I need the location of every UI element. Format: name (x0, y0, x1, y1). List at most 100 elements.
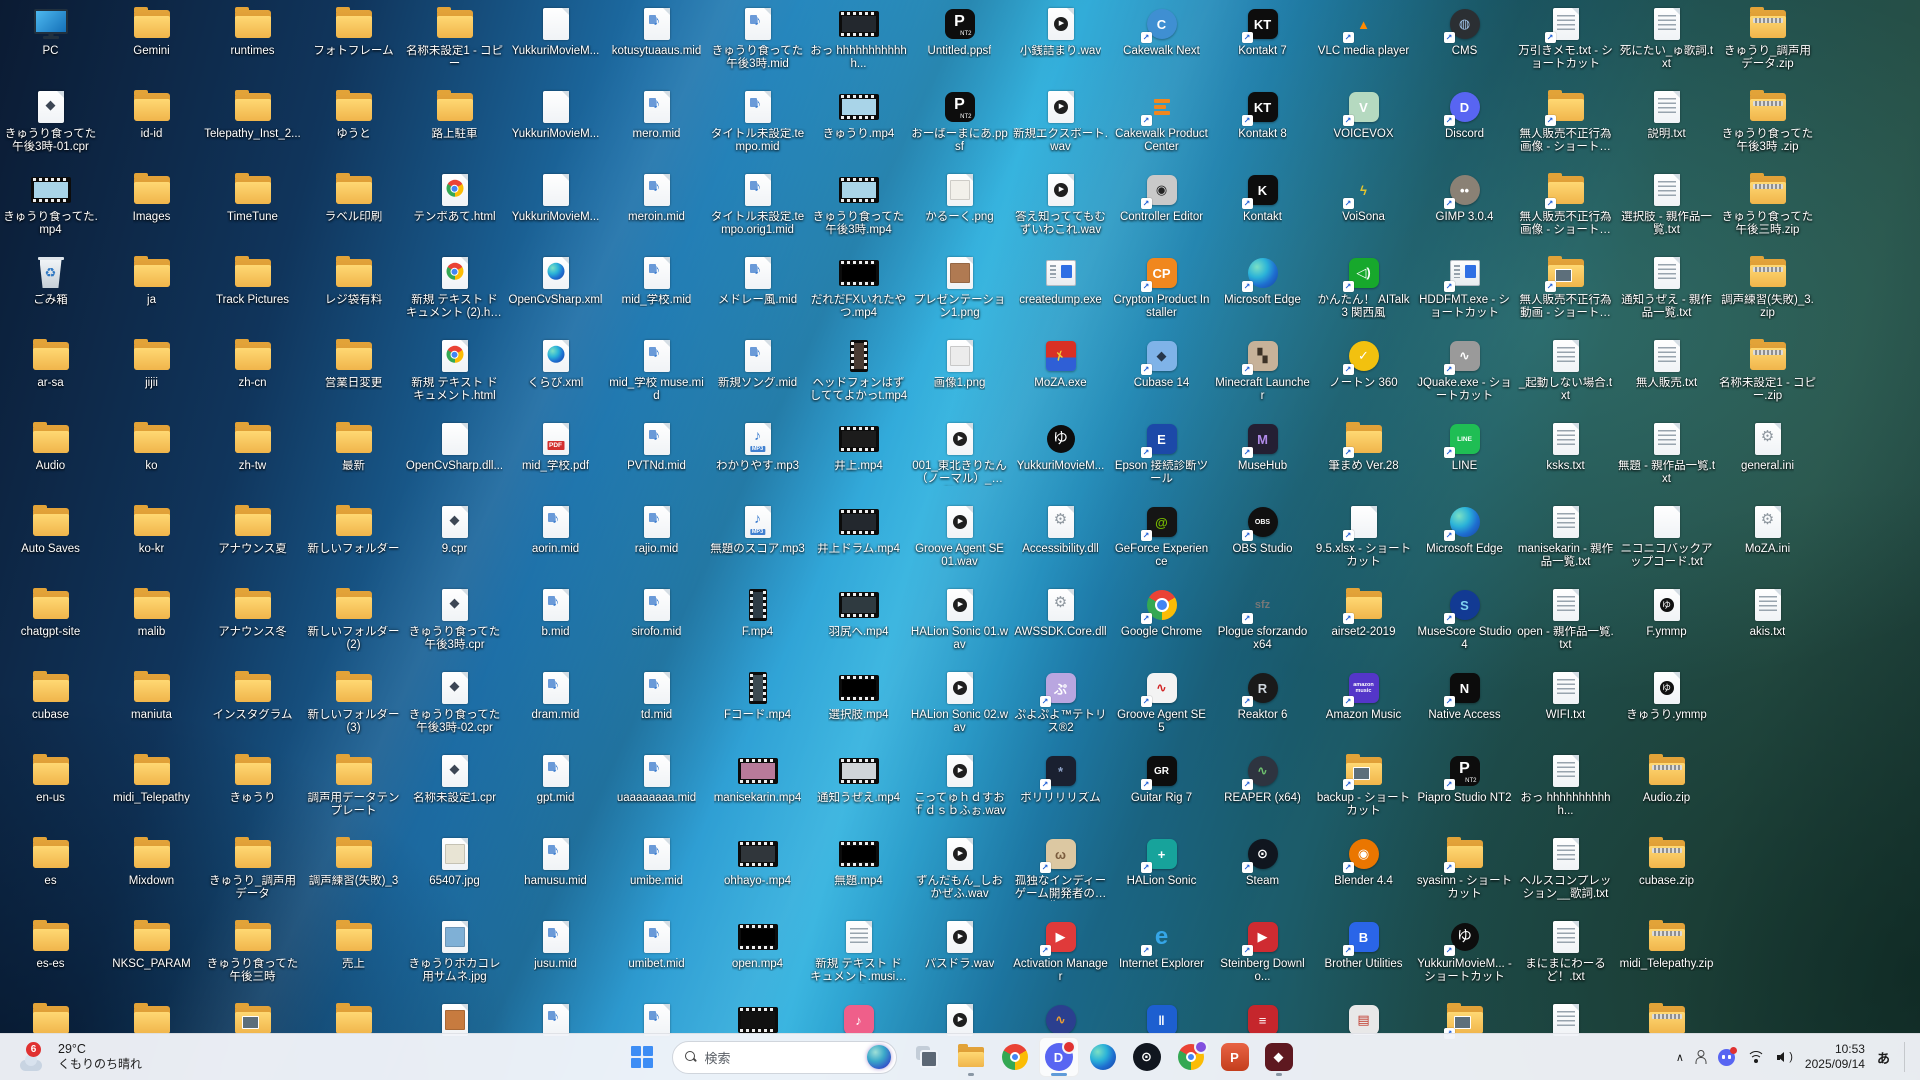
desktop-icon[interactable]: ♪きゅうり食ってた午後3時.mid (707, 2, 808, 85)
desktop-icon[interactable]: テンポあて.html (404, 168, 505, 251)
desktop-icon[interactable]: だれだFXいれたやつ.mp4 (808, 251, 909, 334)
desktop-icon[interactable]: ▶パスドラ.wav (909, 915, 1010, 998)
desktop-icon[interactable]: @↗GeForce Experience (1111, 500, 1212, 583)
desktop-icon[interactable]: ♪td.mid (606, 666, 707, 749)
desktop-icon[interactable]: ♪rajio.mid (606, 500, 707, 583)
desktop-icon[interactable]: ↗無人販売不正行為画像 - ショートカット (1515, 168, 1616, 251)
desktop-icon[interactable]: ja (101, 251, 202, 334)
desktop-icon[interactable]: ar-sa (0, 334, 101, 417)
desktop-icon[interactable]: LINE↗LINE (1414, 417, 1515, 500)
desktop-icon[interactable]: ♪sirofo.mid (606, 583, 707, 666)
desktop-icon[interactable]: Images (101, 168, 202, 251)
desktop-icon[interactable]: Telepathy_Inst_2... (202, 85, 303, 168)
desktop-icon[interactable]: 通知うぜえ - 親作品一覧.txt (1616, 251, 1717, 334)
desktop-icon[interactable]: 無人販売.txt (1616, 334, 1717, 417)
desktop-icon[interactable]: きゅうり食ってた午後三時 (202, 915, 303, 998)
desktop-icon[interactable]: ⚙Accessibility.dll (1010, 500, 1111, 583)
edge-button[interactable] (1083, 1037, 1123, 1077)
desktop-icon[interactable]: ▚↗Minecraft Launcher (1212, 334, 1313, 417)
desktop-icon[interactable]: ▶HALion Sonic 01.wav (909, 583, 1010, 666)
desktop-icon[interactable]: ♪PVTNd.mid (606, 417, 707, 500)
wifi-icon[interactable] (1747, 1051, 1765, 1064)
desktop-icon[interactable]: きゅうり食ってた午後3時 .zip (1717, 85, 1818, 168)
desktop-icon[interactable]: きゅうりポカコレ用サムネ.jpg (404, 915, 505, 998)
desktop-icon[interactable]: ↗Google Chrome (1111, 583, 1212, 666)
desktop-icon[interactable]: malib (101, 583, 202, 666)
desktop-icon[interactable]: きゅうり (202, 749, 303, 832)
desktop-icon[interactable]: ⚙general.ini (1717, 417, 1818, 500)
desktop-icon[interactable]: ↗Cakewalk Product Center (1111, 85, 1212, 168)
desktop-icon[interactable]: ◁)↗かんたん！ AITalk 3 関西風 (1313, 251, 1414, 334)
desktop-icon[interactable]: en-us (0, 749, 101, 832)
desktop-icon[interactable]: ▶↗Steinberg Downlo... (1212, 915, 1313, 998)
steam-button[interactable]: ⊙ (1127, 1037, 1167, 1077)
desktop-icon[interactable]: ▶新規エクスポート.wav (1010, 85, 1111, 168)
desktop-icon[interactable]: ⚙AWSSDK.Core.dll (1010, 583, 1111, 666)
desktop-icon[interactable]: open.mp4 (707, 915, 808, 998)
desktop-icon[interactable]: まにまにわーるど！.txt (1515, 915, 1616, 998)
desktop-icon[interactable]: ▶こってゅｈｄすおｆｄｓｂふぉ.wav (909, 749, 1010, 832)
desktop-icon[interactable]: es-es (0, 915, 101, 998)
desktop-icon[interactable]: D↗Discord (1414, 85, 1515, 168)
discord-button[interactable]: D (1039, 1037, 1079, 1077)
desktop-icon[interactable]: OBS↗OBS Studio (1212, 500, 1313, 583)
desktop-icon[interactable]: 新規 テキスト ドキュメント.musicxml (808, 915, 909, 998)
desktop-icon[interactable]: ↗9.5.xlsx - ショートカット (1313, 500, 1414, 583)
desktop-icon[interactable]: Audio.zip (1616, 749, 1717, 832)
desktop-icon[interactable]: Mixdown (101, 832, 202, 915)
desktop-icon[interactable]: ∿↗REAPER (x64) (1212, 749, 1313, 832)
desktop-icon[interactable]: 新しいフォルダー (3) (303, 666, 404, 749)
desktop-icon[interactable]: ♪umibet.mid (606, 915, 707, 998)
desktop-icon[interactable]: 調声用データテンプレート (303, 749, 404, 832)
desktop-icon[interactable]: ◉↗Blender 4.4 (1313, 832, 1414, 915)
desktop-icon[interactable]: open - 親作品一覧.txt (1515, 583, 1616, 666)
desktop-icon[interactable]: 死にたい_ゅ歌詞.txt (1616, 2, 1717, 85)
desktop-icon[interactable]: ▶001_東北きりたん（ノーマル）_今じゃ... (909, 417, 1010, 500)
desktop-icon[interactable]: Gemini (101, 2, 202, 85)
desktop-icon[interactable]: ゆうと (303, 85, 404, 168)
desktop-icon[interactable]: YukkuriMovieM... (505, 2, 606, 85)
desktop-icon[interactable]: ↗筆まめ Ver.28 (1313, 417, 1414, 500)
desktop-icon[interactable]: ↗HDDFMT.exe - ショートカット (1414, 251, 1515, 334)
chrome-profile-button[interactable] (1171, 1037, 1211, 1077)
desktop-icon[interactable]: PNT2おーばーまにあ.ppsf (909, 85, 1010, 168)
desktop-icon[interactable]: YukkuriMovieM... (505, 168, 606, 251)
desktop-icon[interactable]: N↗Native Access (1414, 666, 1515, 749)
desktop-icon[interactable]: F.mp4 (707, 583, 808, 666)
desktop-icon[interactable]: PC (0, 2, 101, 85)
desktop-icon[interactable]: おっ hhhhhhhhhhhh... (808, 2, 909, 85)
desktop-icon[interactable]: ▶Groove Agent SE 01.wav (909, 500, 1010, 583)
desktop-icon[interactable]: 売上 (303, 915, 404, 998)
desktop-icon[interactable]: ▶HALion Sonic 02.wav (909, 666, 1010, 749)
desktop-icon[interactable]: ◆名称未設定1.cpr (404, 749, 505, 832)
desktop-icon[interactable]: ゆF.ymmp (1616, 583, 1717, 666)
desktop-icon[interactable]: ◆↗Cubase 14 (1111, 334, 1212, 417)
cubase-button[interactable]: ◆ (1259, 1037, 1299, 1077)
desktop-icon[interactable]: ♪メドレー風.mid (707, 251, 808, 334)
desktop-icon[interactable]: zh-cn (202, 334, 303, 417)
desktop-icon[interactable]: 新しいフォルダー (303, 500, 404, 583)
desktop-icon[interactable]: ニコニコバックアップコード.txt (1616, 500, 1717, 583)
desktop-icon[interactable]: ♪jusu.mid (505, 915, 606, 998)
desktop-icon[interactable]: ♻ごみ箱 (0, 251, 101, 334)
start-button[interactable] (622, 1037, 662, 1077)
desktop-icon[interactable]: _起動しない場合.txt (1515, 334, 1616, 417)
desktop-icon[interactable]: OpenCvSharp.xml (505, 251, 606, 334)
desktop-icon[interactable]: きゅうり.mp4 (808, 85, 909, 168)
desktop-icon[interactable]: ぷ↗ぷよぷよ™テトリス®2 (1010, 666, 1111, 749)
desktop-icon[interactable]: Track Pictures (202, 251, 303, 334)
desktop-icon[interactable]: プレゼンテーション1.png (909, 251, 1010, 334)
desktop-icon[interactable]: R↗Reaktor 6 (1212, 666, 1313, 749)
desktop-icon[interactable]: ↗backup - ショートカット (1313, 749, 1414, 832)
desktop-icon[interactable]: 井上.mp4 (808, 417, 909, 500)
desktop-icon[interactable]: インスタグラム (202, 666, 303, 749)
desktop-icon[interactable]: manisekarin.mp4 (707, 749, 808, 832)
desktop-icon[interactable]: akis.txt (1717, 583, 1818, 666)
desktop-icon[interactable]: TimeTune (202, 168, 303, 251)
desktop-icon[interactable]: Auto Saves (0, 500, 101, 583)
desktop-icon[interactable]: C↗Cakewalk Next (1111, 2, 1212, 85)
desktop-icon[interactable]: きゅうり食ってた午後3時.mp4 (808, 168, 909, 251)
desktop-icon[interactable]: ◆きゅうり食ってた午後3時.cpr (404, 583, 505, 666)
desktop-icon[interactable]: アナウンス夏 (202, 500, 303, 583)
desktop-icon[interactable]: B↗Brother Utilities (1313, 915, 1414, 998)
